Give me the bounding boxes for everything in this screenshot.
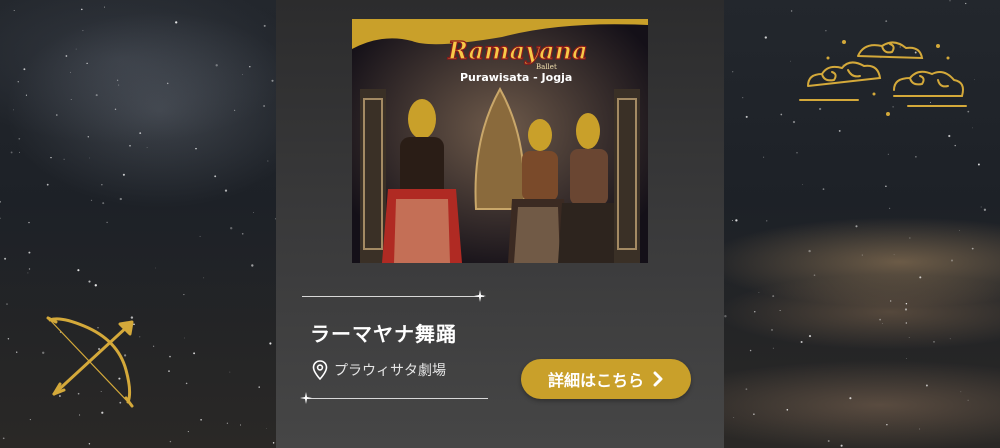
logo-subtitle: Ballet [536,63,557,71]
bow-arrow-icon [46,316,134,408]
venue-line: プラウィサタ劇場 [312,358,446,382]
location-pin-icon [312,360,328,380]
sparkle-icon [474,290,486,302]
logo-place: Purawisata - Jogja [460,71,572,84]
details-button-label: 詳細はこちら [547,371,644,390]
cloud-ornament-icon [799,40,967,116]
details-button[interactable]: 詳細はこちら [521,359,691,399]
chevron-right-icon [653,371,663,387]
venue-name: プラウィサタ劇場 [334,363,446,379]
event-title: ラーマヤナ舞踊 [310,322,457,346]
event-photo: Ramayana Ballet Purawisata - Jogja [352,19,648,263]
divider-top [302,296,484,297]
logo-title: Ramayana [447,36,588,65]
divider-bottom [306,398,488,399]
sparkle-icon [300,392,312,404]
